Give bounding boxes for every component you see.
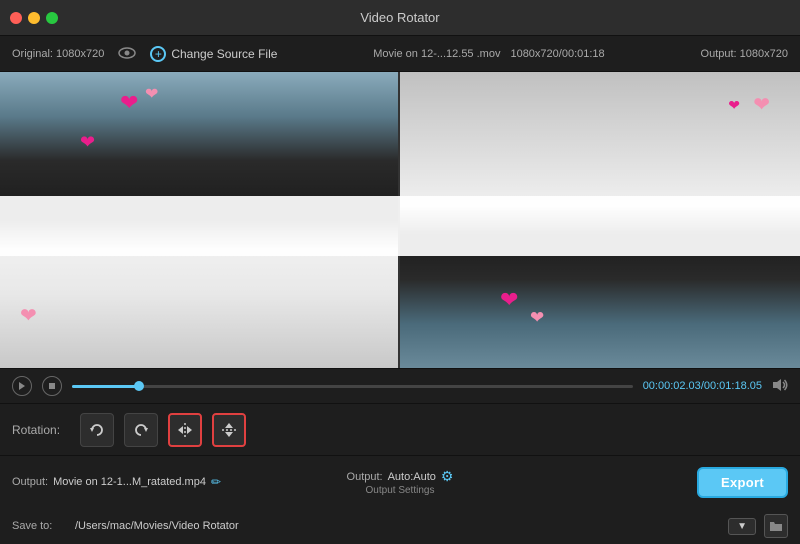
progress-thumb xyxy=(134,381,144,391)
current-time: 00:00:02.03 xyxy=(643,380,701,392)
close-button[interactable] xyxy=(10,12,22,24)
file-resolution: 1080x720/00:01:18 xyxy=(510,48,604,60)
playback-bar: 00:00:02.03/00:01:18.05 xyxy=(0,368,800,404)
rotate-right-icon xyxy=(132,421,150,439)
time-display: 00:00:02.03/00:01:18.05 xyxy=(643,380,762,392)
privacy-blur-bar xyxy=(0,196,800,256)
flip-horizontal-button[interactable] xyxy=(168,413,202,447)
volume-icon[interactable] xyxy=(772,378,788,395)
original-resolution: Original: 1080x720 xyxy=(12,48,104,60)
eye-svg xyxy=(118,47,136,59)
traffic-lights xyxy=(10,12,58,24)
folder-icon xyxy=(769,520,783,532)
video-area: ❤ ❤ ❤ ❤ ❤ ❤ ❤ ❤ xyxy=(0,72,800,368)
save-to-label: Save to: xyxy=(12,520,67,532)
change-source-button[interactable]: + Change Source File xyxy=(150,46,277,62)
output-settings-prefix: Output: xyxy=(347,471,383,483)
progress-area xyxy=(72,385,633,388)
rotate-left-button[interactable] xyxy=(80,413,114,447)
output-settings-area: Output: Auto:Auto ⚙ Output Settings xyxy=(347,468,454,496)
gear-icon[interactable]: ⚙ xyxy=(441,468,454,485)
top-bar: Original: 1080x720 + Change Source File … xyxy=(0,36,800,72)
heart-2: ❤ xyxy=(145,84,158,104)
heart-4: ❤ xyxy=(20,303,37,328)
flip-horizontal-icon xyxy=(176,421,194,439)
heart-3: ❤ xyxy=(80,132,95,153)
total-time: 00:01:18.05 xyxy=(704,380,762,392)
heart-8: ❤ xyxy=(728,97,740,114)
eye-icon[interactable] xyxy=(118,46,136,62)
file-name: Movie on 12-...12.55 .mov xyxy=(373,48,500,60)
output-resolution: Output: 1080x720 xyxy=(701,48,788,60)
play-button[interactable] xyxy=(12,376,32,396)
heart-7: ❤ xyxy=(530,308,544,328)
save-path: /Users/mac/Movies/Video Rotator xyxy=(75,520,720,532)
title-bar: Video Rotator xyxy=(0,0,800,36)
file-info: Movie on 12-...12.55 .mov 1080x720/00:01… xyxy=(291,48,686,60)
output-auto: Output: Auto:Auto ⚙ xyxy=(347,468,454,485)
path-dropdown-button[interactable]: ▼ xyxy=(728,518,756,535)
stop-button[interactable] xyxy=(42,376,62,396)
export-button[interactable]: Export xyxy=(697,467,788,498)
output-settings-label: Output Settings xyxy=(366,485,435,496)
progress-track[interactable] xyxy=(72,385,633,388)
stop-icon xyxy=(48,382,56,390)
output-filename: Movie on 12-1...M_ratated.mp4 xyxy=(53,476,206,488)
output-file-area: Output: Movie on 12-1...M_ratated.mp4 ✏ xyxy=(12,475,221,489)
rotate-right-button[interactable] xyxy=(124,413,158,447)
plus-circle-icon: + xyxy=(150,46,166,62)
dropdown-icon: ▼ xyxy=(737,521,747,532)
minimize-button[interactable] xyxy=(28,12,40,24)
output-prefix: Output: xyxy=(12,476,48,488)
change-source-label: Change Source File xyxy=(171,47,277,61)
rotation-label: Rotation: xyxy=(12,423,70,437)
output-auto-value: Auto:Auto xyxy=(388,471,436,483)
edit-icon[interactable]: ✏ xyxy=(211,475,221,489)
volume-svg xyxy=(772,378,788,392)
flip-vertical-icon xyxy=(220,421,238,439)
play-icon xyxy=(18,381,26,391)
save-bar: Save to: /Users/mac/Movies/Video Rotator… xyxy=(0,508,800,544)
maximize-button[interactable] xyxy=(46,12,58,24)
output-bar: Output: Movie on 12-1...M_ratated.mp4 ✏ … xyxy=(0,456,800,508)
flip-vertical-button[interactable] xyxy=(212,413,246,447)
rotate-left-icon xyxy=(88,421,106,439)
progress-fill xyxy=(72,385,139,388)
app-title: Video Rotator xyxy=(360,10,439,25)
heart-5: ❤ xyxy=(753,92,770,117)
heart-6: ❤ xyxy=(500,287,518,313)
rotation-bar: Rotation: xyxy=(0,404,800,456)
heart-1: ❤ xyxy=(120,90,138,116)
